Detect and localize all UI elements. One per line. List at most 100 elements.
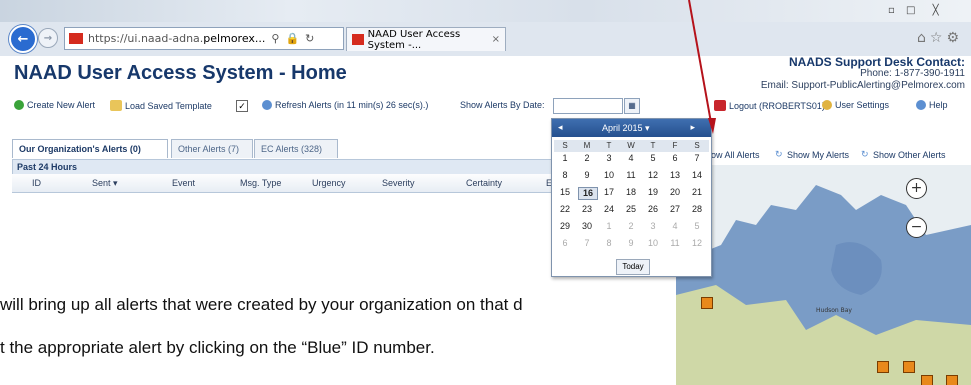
- calendar-day[interactable]: 9: [576, 170, 598, 182]
- column-certainty[interactable]: Certainty: [466, 178, 502, 188]
- column-urgency[interactable]: Urgency: [312, 178, 346, 188]
- address-bar[interactable]: https://ui.naad-adna. pelmorex... ⚲ 🔒 ↻: [64, 27, 344, 50]
- column-msg-type[interactable]: Msg. Type: [240, 178, 281, 188]
- alert-pin-icon[interactable]: [877, 361, 889, 373]
- calendar-day[interactable]: 7: [686, 153, 708, 165]
- calendar-day[interactable]: 3: [642, 221, 664, 233]
- today-button[interactable]: Today: [616, 259, 650, 275]
- alert-pin-icon[interactable]: [701, 297, 713, 309]
- search-icon[interactable]: ⚲: [271, 32, 279, 45]
- calendar-day[interactable]: 6: [664, 153, 686, 165]
- calendar-day[interactable]: 14: [686, 170, 708, 182]
- calendar-day[interactable]: 8: [598, 238, 620, 250]
- calendar-day[interactable]: 25: [620, 204, 642, 216]
- canada-flag-icon: [352, 34, 364, 45]
- month-selector[interactable]: April 2015 ▾: [602, 123, 650, 134]
- calendar-day[interactable]: 16: [578, 187, 598, 200]
- close-tab-icon[interactable]: ×: [492, 34, 500, 45]
- calendar-day[interactable]: 3: [598, 153, 620, 165]
- calendar-button[interactable]: ▦: [624, 98, 640, 114]
- zoom-in-button[interactable]: +: [906, 178, 927, 199]
- calendar-day[interactable]: 28: [686, 204, 708, 216]
- calendar-day[interactable]: 8: [554, 170, 576, 182]
- auto-refresh-checkbox[interactable]: ✓: [236, 100, 248, 112]
- logout-label: Logout (RROBERTS01): [729, 100, 825, 111]
- tab-title: NAAD User Access System -...: [367, 28, 461, 51]
- calendar-day[interactable]: 10: [642, 238, 664, 250]
- tab-other-alerts[interactable]: Other Alerts (7): [171, 139, 253, 158]
- calendar-day[interactable]: 2: [620, 221, 642, 233]
- calendar-day[interactable]: 17: [598, 187, 620, 199]
- canada-flag-icon: [69, 33, 83, 44]
- next-month-button[interactable]: ▸: [690, 122, 695, 133]
- refresh-alerts-button[interactable]: Refresh Alerts (in 11 min(s) 26 sec(s).): [262, 100, 428, 110]
- load-saved-template-button[interactable]: Load Saved Template: [110, 100, 212, 111]
- forward-button[interactable]: →: [38, 28, 58, 48]
- maximize-icon[interactable]: □: [906, 5, 915, 16]
- calendar-day[interactable]: 19: [642, 187, 664, 199]
- calendar-day[interactable]: 26: [642, 204, 664, 216]
- calendar-day[interactable]: 1: [598, 221, 620, 233]
- calendar-day[interactable]: 23: [576, 204, 598, 216]
- alert-pin-icon[interactable]: [946, 375, 958, 385]
- user-settings-button[interactable]: User Settings: [822, 100, 889, 110]
- calendar-day[interactable]: 24: [598, 204, 620, 216]
- calendar-day[interactable]: 2: [576, 153, 598, 165]
- alerts-map[interactable]: + − Hudson Bay: [676, 165, 971, 385]
- calendar-day[interactable]: 1: [554, 153, 576, 165]
- column-event[interactable]: Event: [172, 178, 195, 188]
- home-icon[interactable]: ⌂: [917, 30, 930, 46]
- zoom-out-button[interactable]: −: [906, 217, 927, 238]
- column-sent[interactable]: Sent ▾: [92, 178, 118, 189]
- calendar-day[interactable]: 10: [598, 170, 620, 182]
- calendar-day[interactable]: 9: [620, 238, 642, 250]
- calendar-day[interactable]: 21: [686, 187, 708, 199]
- calendar-day[interactable]: 13: [664, 170, 686, 182]
- alert-pin-icon[interactable]: [903, 361, 915, 373]
- logout-button[interactable]: Logout (RROBERTS01): [714, 100, 825, 111]
- show-other-alerts-button[interactable]: Show Other Alerts: [873, 150, 946, 160]
- previous-month-button[interactable]: ◂: [558, 122, 563, 133]
- refresh-icon[interactable]: ↻: [305, 32, 314, 45]
- calendar-day[interactable]: 5: [686, 221, 708, 233]
- tab-our-organization-alerts[interactable]: Our Organization's Alerts (0): [12, 139, 168, 158]
- back-button[interactable]: ←: [9, 25, 37, 53]
- calendar-day[interactable]: 18: [620, 187, 642, 199]
- show-my-alerts-button[interactable]: Show My Alerts: [787, 150, 849, 160]
- date-input[interactable]: [553, 98, 623, 114]
- calendar-day[interactable]: 30: [576, 221, 598, 233]
- calendar-day[interactable]: 12: [686, 238, 708, 250]
- gear-icon[interactable]: ⚙: [946, 30, 963, 46]
- calendar-day[interactable]: 6: [554, 238, 576, 250]
- star-icon[interactable]: ☆: [930, 30, 947, 46]
- minimize-icon[interactable]: ▫: [888, 5, 895, 16]
- column-id[interactable]: ID: [32, 178, 41, 188]
- calendar-day[interactable]: 4: [620, 153, 642, 165]
- show-all-alerts-button[interactable]: ow All Alerts: [711, 150, 760, 160]
- load-saved-template-label: Load Saved Template: [125, 100, 212, 111]
- create-new-alert-label: Create New Alert: [27, 100, 96, 110]
- alert-pin-icon[interactable]: [921, 375, 933, 385]
- help-button[interactable]: Help: [916, 100, 948, 110]
- calendar-day[interactable]: 29: [554, 221, 576, 233]
- browser-tab[interactable]: NAAD User Access System -... ×: [346, 27, 506, 51]
- tab-ec-alerts[interactable]: EC Alerts (328): [254, 139, 338, 158]
- app-header: NAAD User Access System - Home NAADS Sup…: [0, 56, 971, 96]
- calendar-day[interactable]: 7: [576, 238, 598, 250]
- column-severity[interactable]: Severity: [382, 178, 415, 188]
- calendar-day[interactable]: 11: [620, 170, 642, 182]
- create-new-alert-button[interactable]: Create New Alert: [14, 100, 95, 110]
- calendar-day[interactable]: 5: [642, 153, 664, 165]
- calendar-day[interactable]: 11: [664, 238, 686, 250]
- close-window-icon[interactable]: ╳: [933, 5, 939, 16]
- caption-line-1-c: on that d: [451, 295, 523, 314]
- calendar-header: ◂ April 2015 ▾ ▸: [552, 119, 711, 137]
- checkbox-checked-icon: ✓: [236, 100, 248, 112]
- calendar-day[interactable]: 20: [664, 187, 686, 199]
- calendar-day[interactable]: 22: [554, 204, 576, 216]
- app-toolbar: Create New Alert Load Saved Template ✓ R…: [0, 96, 971, 116]
- calendar-day[interactable]: 4: [664, 221, 686, 233]
- calendar-day[interactable]: 27: [664, 204, 686, 216]
- calendar-day[interactable]: 12: [642, 170, 664, 182]
- calendar-day[interactable]: 15: [554, 187, 576, 199]
